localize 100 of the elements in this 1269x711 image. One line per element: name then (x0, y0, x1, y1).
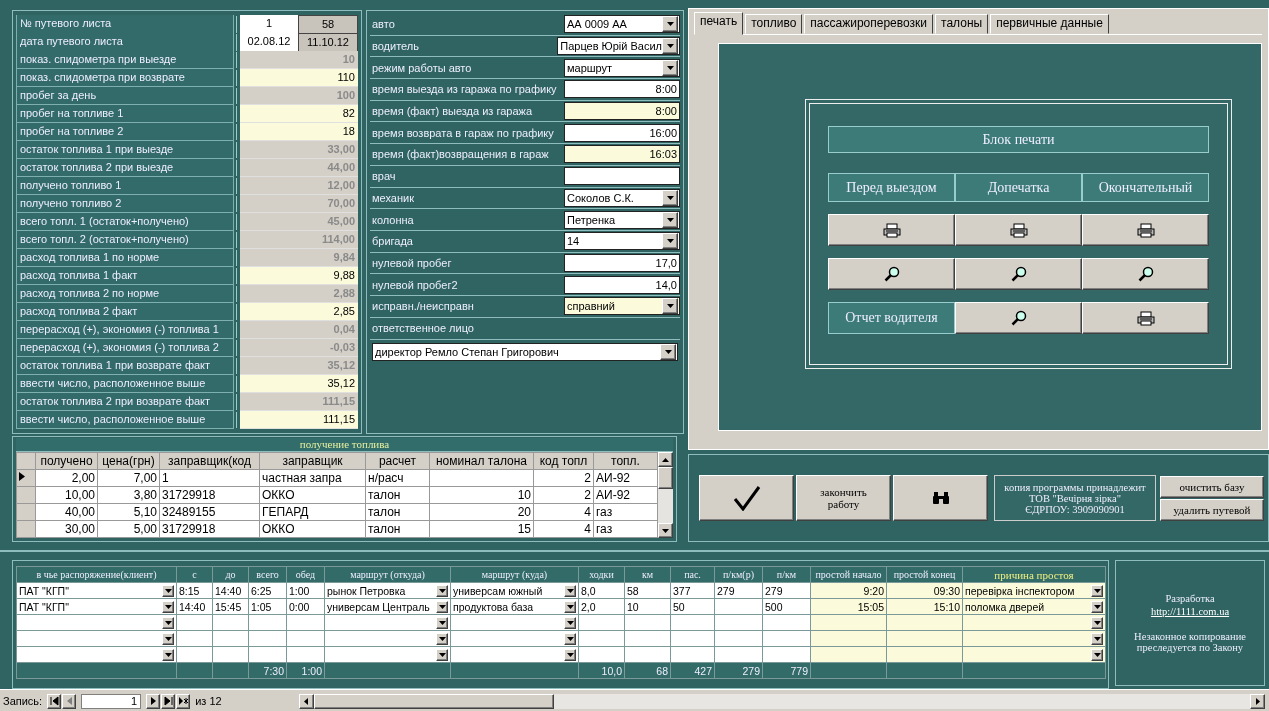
dropdown-button[interactable] (564, 600, 576, 613)
column-header: заправщик(код (159, 452, 260, 470)
value-field[interactable]: 110 (240, 69, 358, 87)
table-cell: 30,00 (35, 520, 98, 538)
input-field[interactable]: 8:00 (564, 80, 680, 99)
dropdown-button[interactable] (564, 648, 576, 661)
copyright-notice: Незаконное копирование преследуется по Закону (1133, 631, 1247, 653)
preview-button[interactable] (828, 258, 955, 290)
record-number-field[interactable]: 1 (81, 693, 142, 709)
tab[interactable]: топливо (745, 14, 803, 34)
dropdown-button[interactable] (662, 211, 678, 228)
caret-icon (566, 620, 574, 625)
value-field[interactable]: 82 (240, 105, 358, 123)
value-field[interactable]: 35,12 (240, 375, 358, 393)
last-record-button[interactable] (161, 693, 176, 709)
print-button[interactable] (1082, 302, 1209, 334)
input-field[interactable]: 16:00 (564, 123, 680, 142)
dropdown-button[interactable] (162, 584, 174, 597)
dropdown-button[interactable] (162, 600, 174, 613)
input-field[interactable]: 17,0 (564, 253, 680, 272)
previous-record-button[interactable] (62, 693, 77, 709)
scrollbar[interactable] (298, 693, 1265, 709)
value-field[interactable]: 9,88 (240, 267, 358, 285)
dropdown-button[interactable] (436, 648, 448, 661)
up-arrow-icon (662, 457, 669, 462)
column-header: причина простоя (962, 566, 1106, 583)
computed-value: 111,15 (240, 393, 358, 411)
field-label: время возврата в гараж по графику (371, 126, 555, 139)
value-field[interactable]: 18 (240, 123, 358, 141)
input-field[interactable]: 14,0 (564, 275, 680, 294)
table-cell: 10,00 (35, 486, 98, 504)
caret-icon (566, 652, 574, 657)
dropdown-button[interactable] (436, 632, 448, 645)
dropdown-button[interactable] (564, 616, 576, 629)
input-field[interactable] (564, 167, 680, 186)
action-button[interactable]: удалить путевой (1160, 498, 1264, 521)
caret-icon (666, 65, 674, 70)
tab[interactable]: первичные данные (990, 14, 1109, 34)
preview-button[interactable] (955, 258, 1082, 290)
dropdown-button[interactable] (662, 233, 678, 250)
tab[interactable]: печать (694, 12, 744, 35)
dropdown-button[interactable] (662, 16, 678, 33)
dropdown-button[interactable] (436, 616, 448, 629)
dropdown-button[interactable] (564, 584, 576, 597)
dropdown-button[interactable] (162, 648, 174, 661)
dropdown-button[interactable] (660, 343, 676, 360)
find-button[interactable] (893, 475, 988, 521)
tab[interactable]: талоны (935, 14, 989, 34)
dropdown-button[interactable] (162, 616, 174, 629)
print-button[interactable] (1082, 214, 1209, 246)
scrollbar[interactable] (658, 452, 673, 538)
dropdown-field[interactable]: Соколов С.К. (564, 188, 680, 207)
caret-icon (164, 620, 172, 625)
column-header: ходки (578, 566, 625, 583)
value-field[interactable]: 2,85 (240, 303, 358, 321)
search-icon (1010, 310, 1027, 326)
dropdown-button[interactable] (1091, 600, 1103, 613)
dropdown-button[interactable] (564, 632, 576, 645)
preview-button[interactable] (1082, 258, 1209, 290)
dropdown-button[interactable] (162, 632, 174, 645)
dropdown-button[interactable] (662, 189, 678, 206)
table-cell: ОККО (259, 520, 366, 538)
dropdown-button[interactable] (1091, 616, 1103, 629)
first-record-button[interactable] (47, 693, 62, 709)
dropdown-button[interactable] (436, 600, 448, 613)
website-link[interactable]: http://1111.com.ua (1150, 606, 1230, 617)
confirm-button[interactable] (699, 475, 794, 521)
column-header: п/км(р) (714, 566, 763, 583)
computed-value: 35,12 (240, 357, 358, 375)
dropdown-field[interactable]: Петренка (564, 210, 680, 229)
dropdown-field[interactable]: маршрут (564, 58, 680, 77)
dropdown-field[interactable]: 14 (564, 232, 680, 251)
right-arrow-icon (1255, 697, 1260, 705)
value-field[interactable]: 111,15 (240, 411, 358, 429)
row-label: Отчет водителя (828, 302, 955, 334)
dropdown-button[interactable] (1091, 584, 1103, 597)
input-field[interactable]: 16:03 (564, 145, 680, 164)
finish-button[interactable]: закончить работу (796, 475, 891, 521)
dropdown-field[interactable]: АА 0009 АА (564, 15, 680, 34)
print-button[interactable] (955, 214, 1082, 246)
tab[interactable]: пассажироперевозки (804, 14, 934, 34)
dropdown-button[interactable] (662, 298, 678, 315)
dropdown-button[interactable] (662, 38, 678, 55)
input-field[interactable]: 8:00 (564, 102, 680, 121)
action-button[interactable]: очистить базу (1160, 475, 1264, 498)
print-button[interactable] (828, 214, 955, 246)
column-header: обед (286, 566, 325, 583)
preview-button[interactable] (955, 302, 1082, 334)
column-header: топл. (593, 452, 658, 470)
dropdown-button[interactable] (1091, 632, 1103, 645)
dropdown-field[interactable]: справний (564, 297, 680, 316)
next-record-button[interactable] (146, 693, 161, 709)
new-record-button[interactable] (176, 693, 191, 709)
dropdown-button[interactable] (662, 59, 678, 76)
dropdown-button[interactable] (1091, 648, 1103, 661)
new-icon (177, 696, 189, 706)
dropdown-field[interactable]: Парцев Юрій Васил (557, 37, 680, 56)
computed-value: 100 (240, 87, 358, 105)
dropdown-button[interactable] (436, 584, 448, 597)
dropdown-field[interactable]: директор Ремло Степан Григорович (372, 342, 678, 361)
